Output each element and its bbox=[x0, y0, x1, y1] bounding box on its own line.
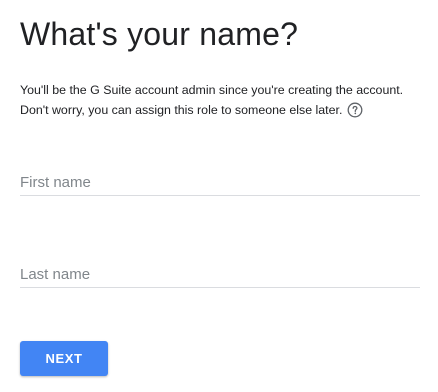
next-button[interactable]: NEXT bbox=[20, 341, 108, 376]
last-name-input[interactable] bbox=[20, 261, 420, 287]
first-name-input[interactable] bbox=[20, 169, 420, 195]
first-name-field bbox=[20, 169, 420, 197]
help-icon[interactable] bbox=[347, 102, 363, 118]
page-title: What's your name? bbox=[20, 16, 299, 52]
description-line-1: You'll be the G Suite account admin sinc… bbox=[20, 83, 404, 97]
description-line-2: Don't worry, you can assign this role to… bbox=[20, 100, 430, 120]
description-line-2-text: Don't worry, you can assign this role to… bbox=[20, 103, 343, 117]
last-name-field bbox=[20, 261, 420, 289]
last-name-underline bbox=[20, 287, 420, 288]
first-name-underline bbox=[20, 195, 420, 196]
description: You'll be the G Suite account admin sinc… bbox=[20, 80, 430, 120]
